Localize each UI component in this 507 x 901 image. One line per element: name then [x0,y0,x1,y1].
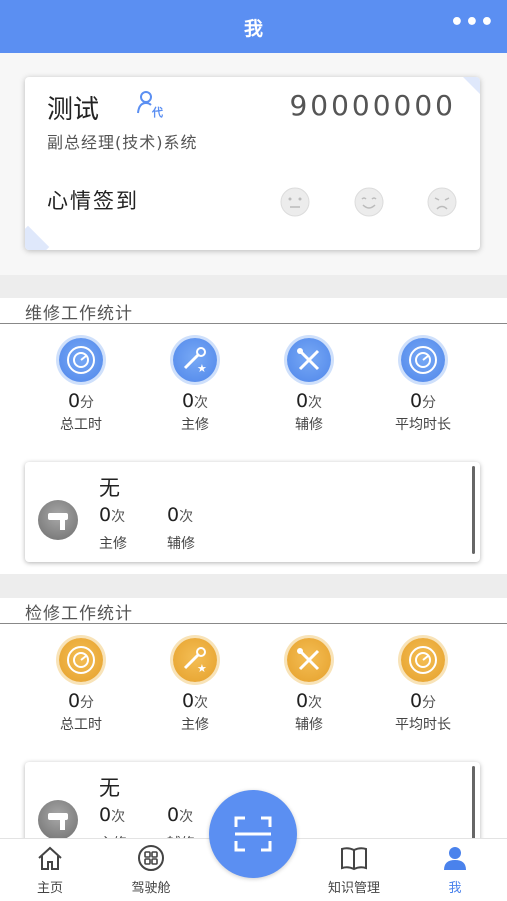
tools-cross-icon [287,338,331,382]
worker-card[interactable]: 无 0次 0次 主修 辅修 [25,462,480,562]
tab-knowledge[interactable]: 知识管理 [309,845,399,896]
stat-value: 0 [181,390,195,412]
worker-main-count: 0次 [99,804,126,826]
stat-label: 辅修 [295,417,323,433]
worker-assist-count: 0次 [167,504,194,526]
svg-text:★: ★ [197,662,207,675]
section-title: 维修工作统计 [25,304,133,324]
home-icon [38,846,62,870]
card-corner-decoration [25,225,50,250]
user-icon [444,847,466,870]
stat-unit: 次 [194,695,209,711]
stat-main-repair[interactable]: ★ 0次 主修 [138,338,252,434]
smile-face-icon[interactable] [354,187,384,217]
stat-average-duration[interactable]: 0分 平均时长 [366,338,480,434]
timer-icon [401,638,445,682]
divider [0,623,507,624]
stat-value: 0 [409,690,423,712]
agent-badge-icon[interactable]: 代 [135,89,165,123]
wrench-star-icon: ★ [173,638,217,682]
book-icon [341,847,367,871]
tab-cockpit[interactable]: 驾驶舱 [106,845,196,896]
user-role: 副总经理(技术)系统 [47,133,198,152]
stat-label: 主修 [181,717,209,733]
scrollbar[interactable] [472,766,475,838]
stat-unit: 次 [194,395,209,411]
stat-unit: 次 [308,695,323,711]
scan-button[interactable] [209,790,297,878]
stat-value: 0 [67,690,81,712]
maintenance-stats-section: 维修工作统计 0分 总工时 ★ 0次 主修 0次 辅修 0分 平均时长 无 0次 [0,298,507,574]
tab-label: 知识管理 [327,881,380,896]
drill-tool-icon [38,500,78,540]
mood-checkin-label: 心情签到 [47,189,139,213]
profile-card[interactable]: 测试 代 90000000 副总经理(技术)系统 心情签到 [25,77,480,250]
worker-main-label: 主修 [99,536,127,552]
stat-assist-repair[interactable]: 0次 辅修 [252,338,366,434]
stat-value: 0 [67,390,81,412]
more-dots-icon[interactable]: ••• [450,10,495,35]
timer-icon [59,638,103,682]
worker-assist-count: 0次 [167,804,194,826]
stat-main-repair[interactable]: ★ 0次 主修 [138,638,252,734]
sad-face-icon[interactable] [427,187,457,217]
grid-circle-icon [138,845,164,871]
tab-label: 驾驶舱 [131,881,171,896]
scan-icon [234,816,272,852]
user-phone: 90000000 [289,89,456,122]
divider [0,323,507,324]
tab-label: 我 [448,881,462,896]
stat-value: 0 [295,690,309,712]
profile-area: 测试 代 90000000 副总经理(技术)系统 心情签到 [0,53,507,275]
stat-value: 0 [409,390,423,412]
stat-label: 总工时 [60,717,102,733]
stat-average-duration[interactable]: 0分 平均时长 [366,638,480,734]
card-corner-decoration [463,77,480,94]
app-header: 我 ••• [0,0,507,53]
timer-icon [59,338,103,382]
tab-home[interactable]: 主页 [5,845,95,896]
svg-text:★: ★ [197,362,207,375]
stat-value: 0 [295,390,309,412]
neutral-face-icon[interactable] [280,187,310,217]
user-name: 测试 [47,95,100,125]
drill-tool-icon [38,800,78,838]
worker-name: 无 [99,776,120,800]
worker-main-count: 0次 [99,504,126,526]
stat-label: 主修 [181,417,209,433]
tools-cross-icon [287,638,331,682]
stat-total-hours[interactable]: 0分 总工时 [24,338,138,434]
stat-total-hours[interactable]: 0分 总工时 [24,638,138,734]
stat-label: 平均时长 [395,717,451,733]
stat-label: 平均时长 [395,417,451,433]
svg-text:代: 代 [151,105,163,119]
stat-assist-repair[interactable]: 0次 辅修 [252,638,366,734]
timer-icon [401,338,445,382]
stat-value: 0 [181,690,195,712]
stat-label: 总工时 [60,417,102,433]
tab-label: 主页 [36,881,63,896]
scrollbar[interactable] [472,466,475,554]
page-title: 我 [243,18,263,40]
worker-assist-label: 辅修 [167,536,195,552]
wrench-star-icon: ★ [173,338,217,382]
stat-unit: 分 [422,695,437,711]
section-title: 检修工作统计 [25,604,133,624]
stat-unit: 分 [80,395,95,411]
stat-label: 辅修 [295,717,323,733]
worker-name: 无 [99,476,120,500]
tab-me[interactable]: 我 [410,845,500,896]
stat-unit: 分 [422,395,437,411]
stat-unit: 分 [80,695,95,711]
stat-unit: 次 [308,395,323,411]
